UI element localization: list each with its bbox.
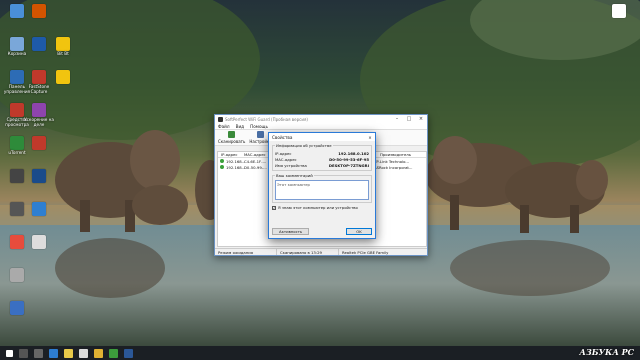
field-value: DESKTOP-7ZTNGRI xyxy=(328,162,369,168)
field-mac: MAC-адрес D0-50-99-53-6F-95 xyxy=(275,156,369,162)
ok-button[interactable]: OK xyxy=(346,228,372,235)
app-icon xyxy=(32,4,46,18)
app-icon xyxy=(10,37,24,51)
watermark-logo: АЗБУКА PC xyxy=(579,347,634,357)
field-label: IP-адрес xyxy=(275,150,292,156)
menu-file[interactable]: Файл xyxy=(218,124,230,129)
properties-dialog[interactable]: Свойства × Информация об устройстве IP-а… xyxy=(268,132,376,239)
checkbox-label: Я знаю этот компьютер или устройство xyxy=(278,205,358,210)
app-icon xyxy=(56,70,70,84)
app-icon xyxy=(56,37,70,51)
col-vendor[interactable]: Производитель xyxy=(380,152,411,157)
settings-icon xyxy=(257,131,265,138)
col-mac[interactable]: MAC-адрес xyxy=(244,152,270,157)
desktop-icon[interactable]: Bit Bt xyxy=(50,37,76,63)
app-icon xyxy=(10,301,24,315)
wifiguard-taskbar-icon[interactable] xyxy=(109,348,118,358)
app-icon xyxy=(32,235,46,249)
comment-textarea[interactable]: Этот компьютер xyxy=(275,180,369,200)
app-icon xyxy=(32,136,46,150)
app-icon xyxy=(10,4,24,18)
menu-view[interactable]: Вид xyxy=(236,124,245,129)
minimize-icon[interactable]: – xyxy=(391,116,403,122)
app-icon xyxy=(612,4,626,18)
start-icon[interactable] xyxy=(6,349,13,357)
status-dot-icon xyxy=(220,159,224,163)
window-titlebar[interactable]: SoftPerfect WiFi Guard (Пробная версия) … xyxy=(215,115,427,123)
desktop-icon-label: Ускорение на деле xyxy=(24,117,54,127)
row-vendor: ASRock Incorporat... xyxy=(374,164,413,170)
app-icon xyxy=(10,268,24,282)
col-ip[interactable]: IP-адрес xyxy=(218,152,244,157)
explorer-icon[interactable] xyxy=(64,348,73,358)
taskbar xyxy=(0,346,640,360)
status-bar: Режим ожидания Сканировано в 13:29 Realt… xyxy=(215,248,427,255)
desktop-icon[interactable] xyxy=(26,235,52,261)
status-mode: Режим ожидания xyxy=(215,249,277,255)
close-icon[interactable]: × xyxy=(415,116,427,122)
dialog-title: Свойства xyxy=(272,134,293,140)
maximize-icon[interactable]: □ xyxy=(403,116,415,122)
app-icon xyxy=(32,169,46,183)
known-device-checkbox[interactable]: ✓ Я знаю этот компьютер или устройство xyxy=(272,205,372,210)
app-icon xyxy=(32,37,46,51)
menu-help[interactable]: Помощь xyxy=(250,124,268,129)
close-icon[interactable]: × xyxy=(365,135,375,140)
field-value: 192.168.0.102 xyxy=(338,150,369,156)
app-icon xyxy=(10,202,24,216)
menu-bar: Файл Вид Помощь xyxy=(215,123,427,130)
app-taskbar-icon[interactable] xyxy=(124,348,133,358)
app-icon xyxy=(218,116,223,122)
desktop-icon[interactable] xyxy=(26,136,52,162)
search-icon[interactable] xyxy=(19,348,28,358)
app-icon xyxy=(32,70,46,84)
scan-label: Сканировать xyxy=(218,139,246,144)
app-icon xyxy=(10,169,24,183)
desktop-icon[interactable] xyxy=(26,202,52,228)
checkbox-icon[interactable]: ✓ xyxy=(272,205,276,210)
comment-group: Ваш комментарий Этот компьютер xyxy=(272,173,372,203)
desktop-icon[interactable]: Ускорение на деле xyxy=(24,103,54,129)
comment-legend: Ваш комментарий xyxy=(276,173,313,178)
desktop-icon[interactable] xyxy=(26,37,52,63)
task-view-icon[interactable] xyxy=(34,348,43,358)
status-dot-icon xyxy=(220,165,224,169)
app-icon xyxy=(10,70,24,84)
field-label: MAC-адрес xyxy=(275,156,297,162)
field-hostname: Имя устройства DESKTOP-7ZTNGRI xyxy=(275,162,369,168)
desktop-icon[interactable] xyxy=(4,301,30,327)
scan-button[interactable]: Сканировать xyxy=(218,131,245,144)
dialog-titlebar[interactable]: Свойства × xyxy=(269,133,375,141)
field-ip: IP-адрес 192.168.0.102 xyxy=(275,150,369,156)
desktop-icon[interactable]: FastStone Capture xyxy=(26,70,52,96)
field-value: D0-50-99-53-6F-95 xyxy=(329,156,369,162)
desktop-icon[interactable] xyxy=(50,70,76,96)
app-icon xyxy=(32,103,46,117)
desktop-icon-label: Bit Bt xyxy=(57,51,69,56)
status-adapter: Realtek PCIe GBE Family xyxy=(342,249,389,255)
desktop-icon[interactable] xyxy=(606,4,632,30)
app-icon xyxy=(10,136,24,150)
scan-icon xyxy=(228,131,236,138)
row-ip: 192.168... xyxy=(226,158,246,164)
field-label: Имя устройства xyxy=(275,162,307,168)
status-scan-time: Сканировано в 13:29 xyxy=(277,249,339,255)
chrome-icon[interactable] xyxy=(94,348,103,358)
store-icon[interactable] xyxy=(79,348,88,358)
desktop-icon[interactable] xyxy=(26,169,52,195)
device-info-group: Информация об устройстве IP-адрес 192.168… xyxy=(272,143,372,171)
app-icon xyxy=(32,202,46,216)
app-icon xyxy=(10,103,24,117)
activity-button[interactable]: Активность xyxy=(272,228,310,235)
row-vendor: TP-Link Technolo... xyxy=(374,158,410,164)
edge-icon[interactable] xyxy=(49,348,58,358)
window-title: SoftPerfect WiFi Guard (Пробная версия) xyxy=(225,116,308,122)
desktop-icon[interactable] xyxy=(4,268,30,294)
app-icon xyxy=(10,235,24,249)
row-ip: 192.168... xyxy=(226,164,246,170)
desktop-icon[interactable] xyxy=(26,4,52,30)
device-info-legend: Информация об устройстве xyxy=(276,143,332,148)
